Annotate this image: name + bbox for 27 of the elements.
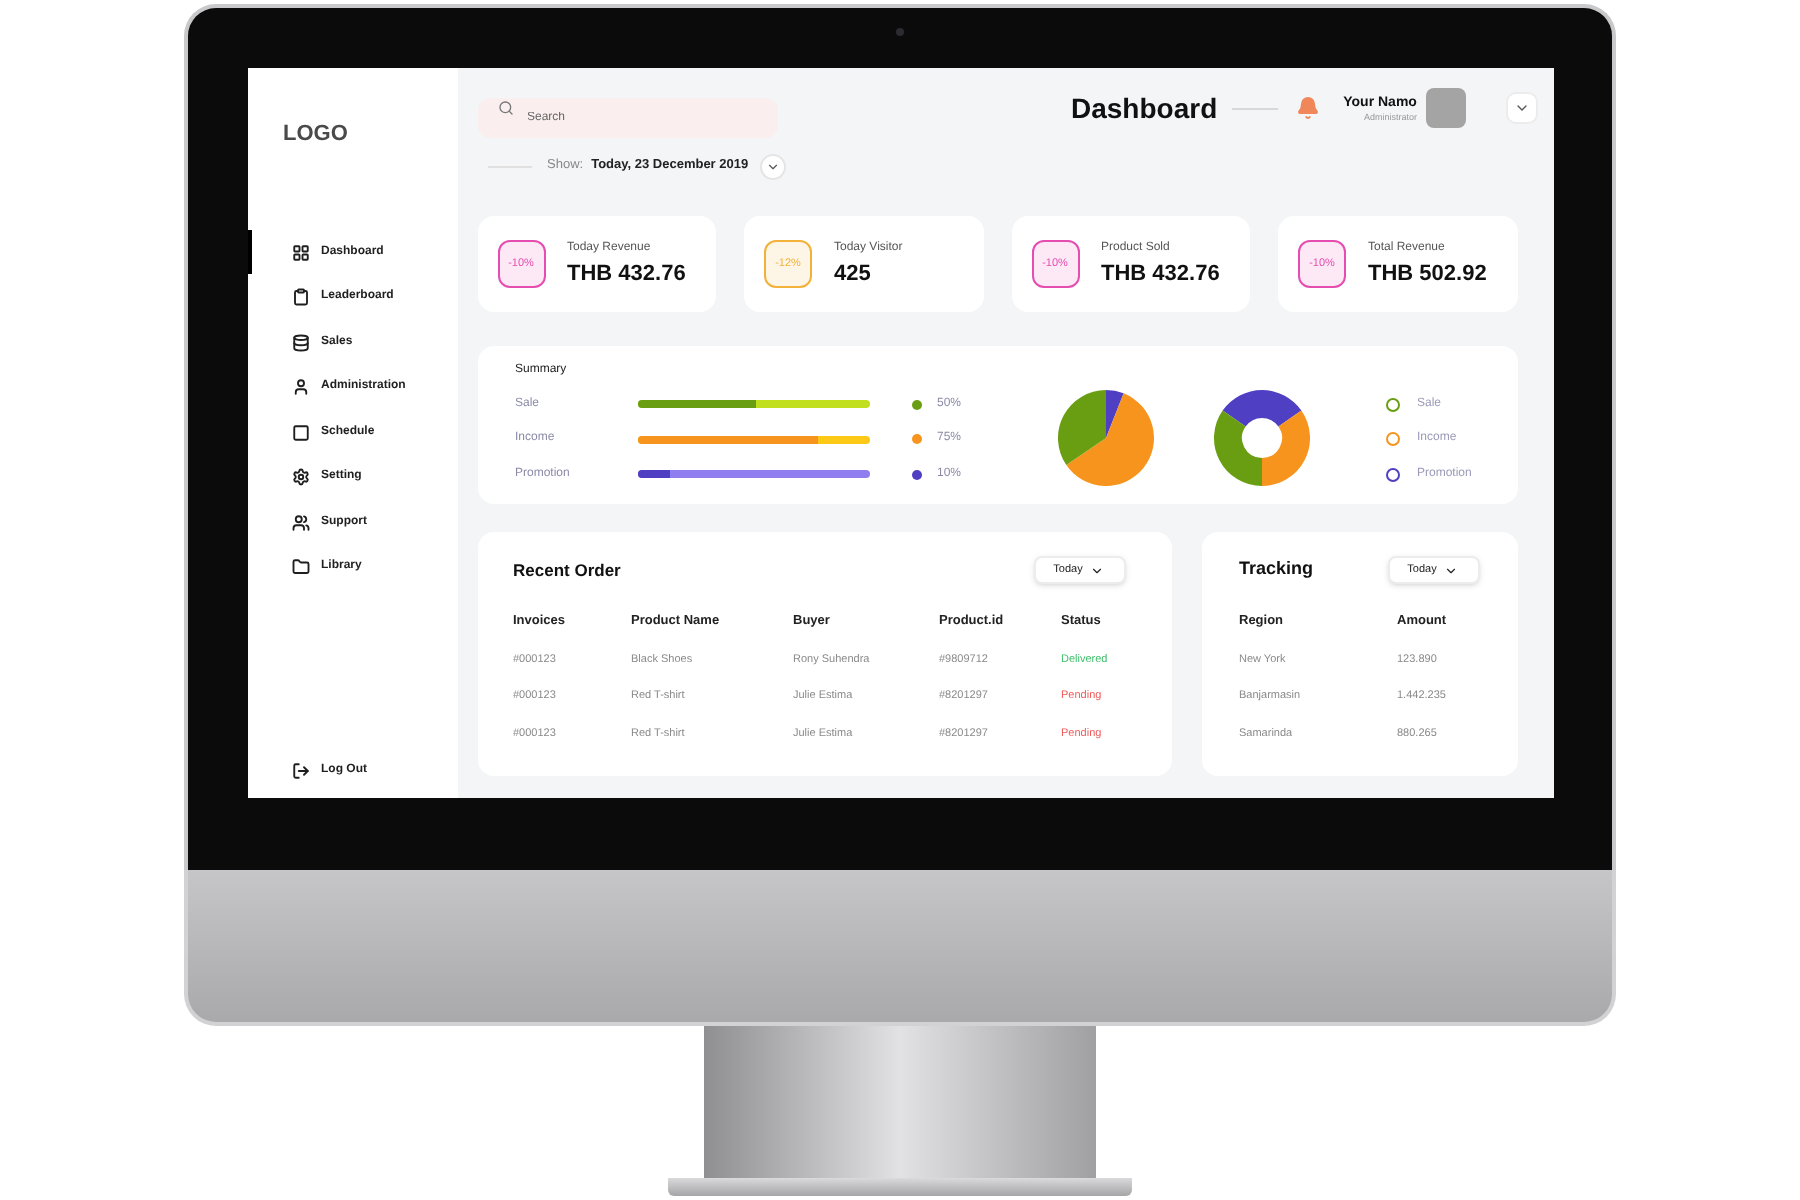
logo: LOGO [283, 120, 350, 148]
camera-icon [896, 28, 904, 36]
chevron-down-icon [1090, 563, 1105, 577]
card-title: Recent Order [513, 557, 621, 583]
folder-icon [291, 558, 309, 576]
users-icon [291, 513, 309, 531]
date-dropdown-button[interactable] [760, 153, 787, 179]
settings-icon [291, 468, 309, 486]
stat-value: THB 432.76 [567, 262, 686, 288]
bell-icon[interactable] [1295, 96, 1320, 120]
stat-value: THB 432.76 [1101, 262, 1220, 288]
user-icon [291, 378, 309, 396]
stat-value: 425 [834, 262, 873, 288]
database-icon [291, 333, 309, 351]
chevron-down-icon [1444, 563, 1459, 577]
square-icon [291, 423, 309, 441]
page-title: Dashboard [1071, 94, 1218, 122]
logout-icon [291, 761, 309, 779]
account-menu-button[interactable] [1505, 92, 1537, 124]
avatar-placeholder [1426, 88, 1467, 128]
card-title: Tracking [1239, 556, 1314, 583]
search-icon [497, 100, 513, 116]
grid-icon [291, 243, 309, 261]
clipboard-icon [291, 288, 309, 306]
chevron-down-icon [1513, 100, 1529, 116]
chevron-down-icon [766, 159, 781, 173]
stat-value: THB 502.92 [1368, 262, 1487, 288]
